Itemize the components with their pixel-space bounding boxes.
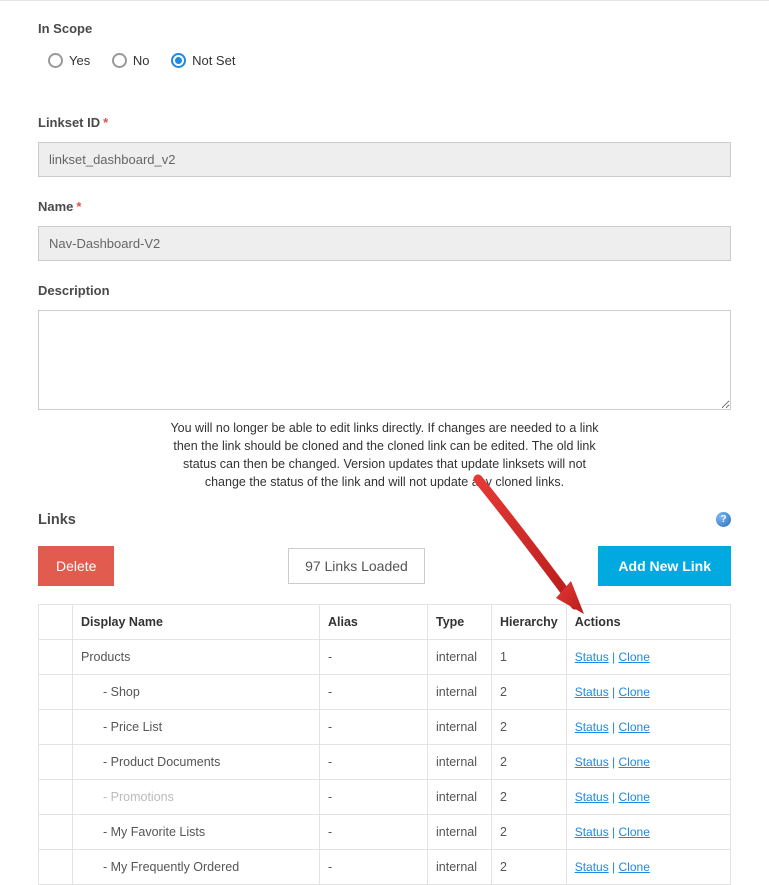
status-link[interactable]: Status <box>575 720 609 734</box>
action-separator: | <box>609 860 619 874</box>
radio-yes[interactable] <box>48 53 63 68</box>
row-handle[interactable] <box>39 674 73 709</box>
col-type: Type <box>428 604 492 639</box>
description-field[interactable] <box>38 310 731 410</box>
add-new-link-button[interactable]: Add New Link <box>598 546 731 586</box>
row-hierarchy: 2 <box>492 744 567 779</box>
name-label: Name* <box>38 199 731 214</box>
info-callout: You will no longer be able to edit links… <box>170 419 600 492</box>
radio-yes-label: Yes <box>69 53 90 68</box>
radio-no[interactable] <box>112 53 127 68</box>
table-row: - My Frequently Ordered-internal2Status … <box>39 849 731 884</box>
clone-link[interactable]: Clone <box>619 720 650 734</box>
row-display-name: - Product Documents <box>73 744 320 779</box>
row-handle[interactable] <box>39 709 73 744</box>
row-display-name: Products <box>73 639 320 674</box>
status-link[interactable]: Status <box>575 755 609 769</box>
status-link[interactable]: Status <box>575 790 609 804</box>
row-display-name: - Shop <box>73 674 320 709</box>
row-type: internal <box>428 849 492 884</box>
col-actions: Actions <box>566 604 730 639</box>
clone-link[interactable]: Clone <box>619 685 650 699</box>
description-label: Description <box>38 283 731 298</box>
links-heading: Links <box>38 512 76 528</box>
linkset-id-field[interactable] <box>38 142 731 177</box>
col-hierarchy: Hierarchy <box>492 604 567 639</box>
row-type: internal <box>428 779 492 814</box>
in-scope-label: In Scope <box>38 21 731 36</box>
links-loaded-count: 97 Links Loaded <box>288 548 425 584</box>
row-alias: - <box>320 639 428 674</box>
clone-link[interactable]: Clone <box>619 755 650 769</box>
row-actions: Status | Clone <box>566 639 730 674</box>
status-link[interactable]: Status <box>575 860 609 874</box>
table-row: - Product Documents-internal2Status | Cl… <box>39 744 731 779</box>
clone-link[interactable]: Clone <box>619 860 650 874</box>
radio-notset-item[interactable]: Not Set <box>171 53 235 68</box>
row-actions: Status | Clone <box>566 849 730 884</box>
radio-no-label: No <box>133 53 150 68</box>
row-hierarchy: 2 <box>492 779 567 814</box>
row-hierarchy: 1 <box>492 639 567 674</box>
action-separator: | <box>609 790 619 804</box>
row-display-name: - Price List <box>73 709 320 744</box>
table-row: - Price List-internal2Status | Clone <box>39 709 731 744</box>
clone-link[interactable]: Clone <box>619 650 650 664</box>
table-row: - Promotions-internal2Status | Clone <box>39 779 731 814</box>
row-type: internal <box>428 709 492 744</box>
row-alias: - <box>320 674 428 709</box>
row-alias: - <box>320 849 428 884</box>
in-scope-radios: Yes No Not Set <box>38 48 731 93</box>
table-row: - Shop-internal2Status | Clone <box>39 674 731 709</box>
row-hierarchy: 2 <box>492 674 567 709</box>
col-alias: Alias <box>320 604 428 639</box>
action-separator: | <box>609 755 619 769</box>
linkset-id-label: Linkset ID* <box>38 115 731 130</box>
radio-notset[interactable] <box>171 53 186 68</box>
radio-notset-label: Not Set <box>192 53 235 68</box>
delete-button[interactable]: Delete <box>38 546 114 586</box>
row-hierarchy: 2 <box>492 709 567 744</box>
row-handle[interactable] <box>39 639 73 674</box>
row-actions: Status | Clone <box>566 674 730 709</box>
table-row: Products-internal1Status | Clone <box>39 639 731 674</box>
row-alias: - <box>320 779 428 814</box>
row-hierarchy: 2 <box>492 849 567 884</box>
row-handle[interactable] <box>39 779 73 814</box>
row-type: internal <box>428 639 492 674</box>
name-field[interactable] <box>38 226 731 261</box>
action-separator: | <box>609 685 619 699</box>
status-link[interactable]: Status <box>575 650 609 664</box>
action-separator: | <box>609 650 619 664</box>
col-display-name: Display Name <box>73 604 320 639</box>
row-actions: Status | Clone <box>566 744 730 779</box>
action-separator: | <box>609 720 619 734</box>
help-icon[interactable]: ? <box>716 512 731 527</box>
row-display-name: - My Frequently Ordered <box>73 849 320 884</box>
status-link[interactable]: Status <box>575 685 609 699</box>
links-table: Display Name Alias Type Hierarchy Action… <box>38 604 731 885</box>
radio-yes-item[interactable]: Yes <box>48 53 90 68</box>
row-handle[interactable] <box>39 849 73 884</box>
row-alias: - <box>320 744 428 779</box>
row-actions: Status | Clone <box>566 709 730 744</box>
row-display-name: - Promotions <box>73 779 320 814</box>
row-handle[interactable] <box>39 744 73 779</box>
row-type: internal <box>428 744 492 779</box>
clone-link[interactable]: Clone <box>619 790 650 804</box>
row-type: internal <box>428 674 492 709</box>
radio-no-item[interactable]: No <box>112 53 150 68</box>
col-handle <box>39 604 73 639</box>
row-alias: - <box>320 709 428 744</box>
row-actions: Status | Clone <box>566 779 730 814</box>
